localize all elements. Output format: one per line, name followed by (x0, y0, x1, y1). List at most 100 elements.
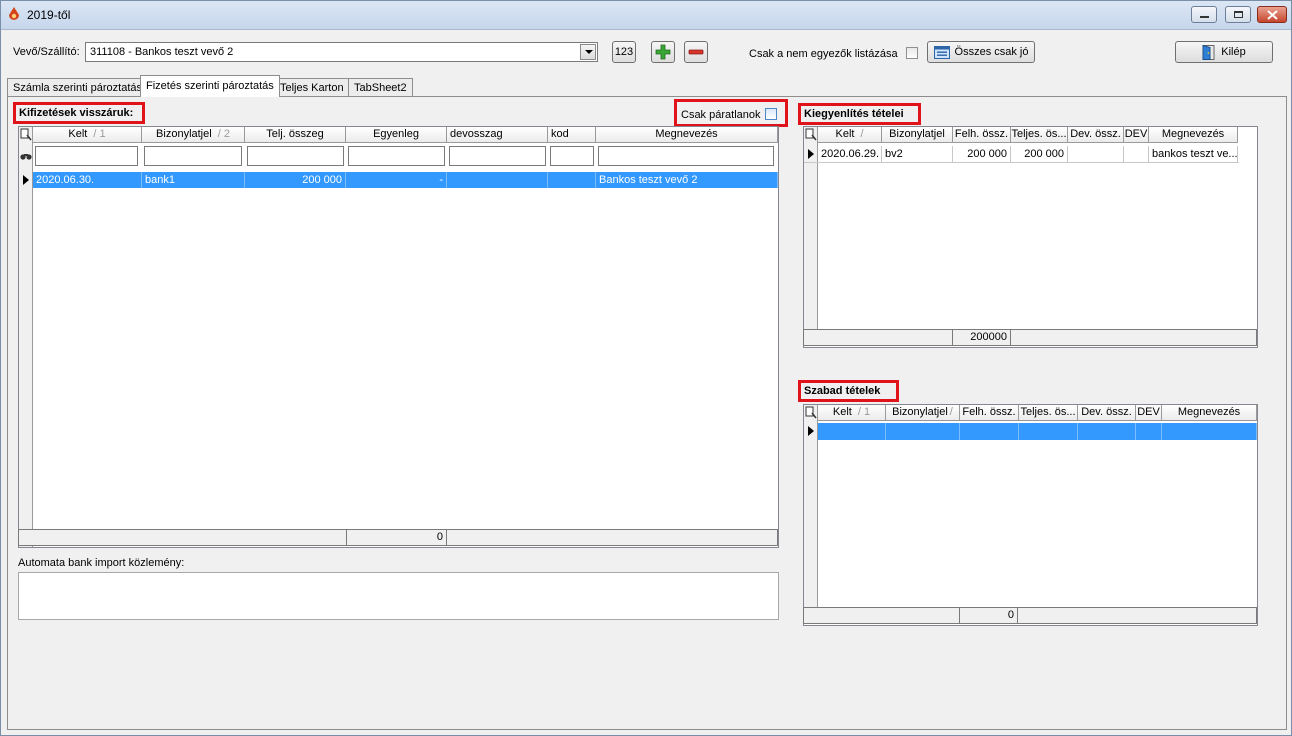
partner-select[interactable]: 311108 - Bankos teszt vevő 2 (85, 42, 598, 62)
remove-button[interactable] (684, 41, 708, 63)
cell-bizonylatjel[interactable]: bank1 (142, 172, 245, 188)
col-felh-ossz[interactable]: Felh. össz. (953, 127, 1011, 143)
number-button[interactable]: 123 (612, 41, 636, 63)
col-kelt[interactable]: Kelt / (818, 127, 882, 143)
col-telj-osszeg[interactable]: Telj. összeg (245, 127, 346, 143)
col-dev[interactable]: DEV (1136, 405, 1162, 421)
free-items-footer-right (1017, 607, 1257, 624)
cell-dev[interactable] (1136, 423, 1162, 440)
cell-telj-osszeg[interactable]: 200 000 (245, 172, 346, 188)
only-unpaired-checkbox[interactable] (765, 108, 777, 120)
free-items-grid: Kelt/ 1 Bizonylatjel / Felh. össz. Teljes… (803, 404, 1258, 626)
exit-button[interactable]: Kilép (1175, 41, 1273, 63)
row-indicator-column (19, 127, 33, 547)
filter-bizonylatjel[interactable] (144, 146, 242, 166)
filter-egyenleg[interactable] (348, 146, 445, 166)
add-button[interactable] (651, 41, 675, 63)
payments-footer-right (446, 529, 778, 546)
filter-megnevezes[interactable] (598, 146, 774, 166)
app-icon (9, 7, 19, 20)
cell-teljes-ossz[interactable]: 200 000 (1011, 146, 1068, 162)
only-mismatch-checkbox[interactable] (906, 47, 918, 59)
minimize-icon (1200, 16, 1209, 18)
current-row-icon (808, 149, 814, 159)
dropdown-button[interactable] (580, 44, 596, 60)
cell-egyenleg[interactable]: - (346, 172, 447, 188)
list-icon (933, 45, 950, 59)
table-row[interactable]: 2020.06.29. bv2 200 000 200 000 bankos t… (804, 146, 1239, 163)
settlement-footer-total: 200000 (952, 329, 1011, 346)
maximize-button[interactable] (1225, 6, 1251, 23)
cell-felh-ossz[interactable] (960, 423, 1019, 440)
col-megnevezes[interactable]: Megnevezés (596, 127, 778, 143)
column-chooser-icon[interactable] (805, 406, 817, 419)
cell-dev[interactable] (1124, 146, 1149, 162)
col-felh-ossz[interactable]: Felh. össz. (960, 405, 1019, 421)
filter-devosszag[interactable] (449, 146, 546, 166)
cell-felh-ossz[interactable]: 200 000 (953, 146, 1011, 162)
col-bizonylatjel[interactable]: Bizonylatjel/ 2 (142, 127, 245, 143)
col-devosszag[interactable]: devosszag (447, 127, 548, 143)
bank-import-label: Automata bank import közlemény: (18, 557, 185, 569)
payments-footer-total: 0 (346, 529, 447, 546)
free-items-title: Szabad tételek (798, 380, 899, 402)
col-egyenleg[interactable]: Egyenleg (346, 127, 447, 143)
col-megnevezes[interactable]: Megnevezés (1162, 405, 1257, 421)
cell-kelt[interactable]: 2020.06.30. (33, 172, 142, 188)
partner-select-value: 311108 - Bankos teszt vevő 2 (90, 46, 234, 58)
free-items-footer-total: 0 (959, 607, 1018, 624)
minus-icon (688, 49, 704, 55)
settlement-grid: Kelt / Bizonylatjel Felh. össz. Teljes. ö… (803, 126, 1258, 348)
filter-kod[interactable] (550, 146, 594, 166)
all-ok-button[interactable]: Összes csak jó (927, 41, 1035, 63)
cell-dev-ossz[interactable] (1068, 146, 1124, 162)
cell-dev-ossz[interactable] (1078, 423, 1136, 440)
only-mismatch-label: Csak a nem egyezők listázása (749, 48, 898, 60)
col-teljes-ossz[interactable]: Teljes. ös... (1019, 405, 1078, 421)
col-dev-ossz[interactable]: Dev. össz. (1078, 405, 1136, 421)
door-icon (1202, 44, 1215, 60)
filter-kelt[interactable] (35, 146, 138, 166)
payments-title: Kifizetések visszáruk: (13, 102, 145, 124)
window-title: 2019-től (27, 8, 71, 22)
tab-invoice-pairing[interactable]: Számla szerinti pároztatás (7, 78, 148, 96)
col-kelt[interactable]: Kelt/ 1 (33, 127, 142, 143)
col-bizonylatjel[interactable]: Bizonylatjel (882, 127, 953, 143)
close-icon (1267, 10, 1278, 20)
filter-telj-osszeg[interactable] (247, 146, 344, 166)
col-dev-ossz[interactable]: Dev. össz. (1068, 127, 1124, 143)
cell-megnevezes[interactable]: Bankos teszt vevő 2 (596, 172, 778, 188)
table-row[interactable] (804, 423, 1257, 440)
cell-kod[interactable] (548, 172, 596, 188)
col-bizonylatjel[interactable]: Bizonylatjel / (886, 405, 960, 421)
tab-payment-pairing[interactable]: Fizetés szerinti pároztatás (140, 75, 280, 97)
tab-tabsheet2[interactable]: TabSheet2 (348, 78, 413, 96)
col-kod[interactable]: kod (548, 127, 596, 143)
settlement-footer-left (803, 329, 953, 346)
cell-megnevezes[interactable]: bankos teszt ve... (1149, 146, 1238, 162)
cell-megnevezes[interactable] (1162, 423, 1257, 440)
minimize-button[interactable] (1191, 6, 1217, 23)
column-chooser-icon[interactable] (805, 128, 817, 141)
col-megnevezes[interactable]: Megnevezés (1149, 127, 1238, 143)
title-bar: 2019-től (1, 1, 1291, 30)
maximize-icon (1234, 11, 1243, 18)
column-chooser-icon[interactable] (20, 128, 32, 141)
col-dev[interactable]: DEV (1124, 127, 1149, 143)
bank-import-memo[interactable] (18, 572, 779, 620)
payments-footer-left (18, 529, 347, 546)
cell-kelt[interactable]: 2020.06.29. (818, 146, 882, 162)
close-button[interactable] (1257, 6, 1287, 23)
payments-grid: Kelt/ 1 Bizonylatjel/ 2 Telj. összeg Egy… (18, 126, 779, 548)
cell-teljes-ossz[interactable] (1019, 423, 1078, 440)
col-kelt[interactable]: Kelt/ 1 (818, 405, 886, 421)
cell-bizonylatjel[interactable] (886, 423, 960, 440)
cell-kelt[interactable] (818, 423, 886, 440)
only-unpaired-box: Csak páratlanok (674, 99, 788, 127)
current-row-icon (23, 175, 29, 185)
cell-bizonylatjel[interactable]: bv2 (882, 146, 953, 162)
table-row[interactable]: 2020.06.30. bank1 200 000 - Bankos teszt… (19, 172, 778, 188)
col-teljes-ossz[interactable]: Teljes. ös... (1011, 127, 1068, 143)
cell-devosszag[interactable] (447, 172, 548, 188)
tab-full-ledger[interactable]: Teljes Karton (274, 78, 350, 96)
